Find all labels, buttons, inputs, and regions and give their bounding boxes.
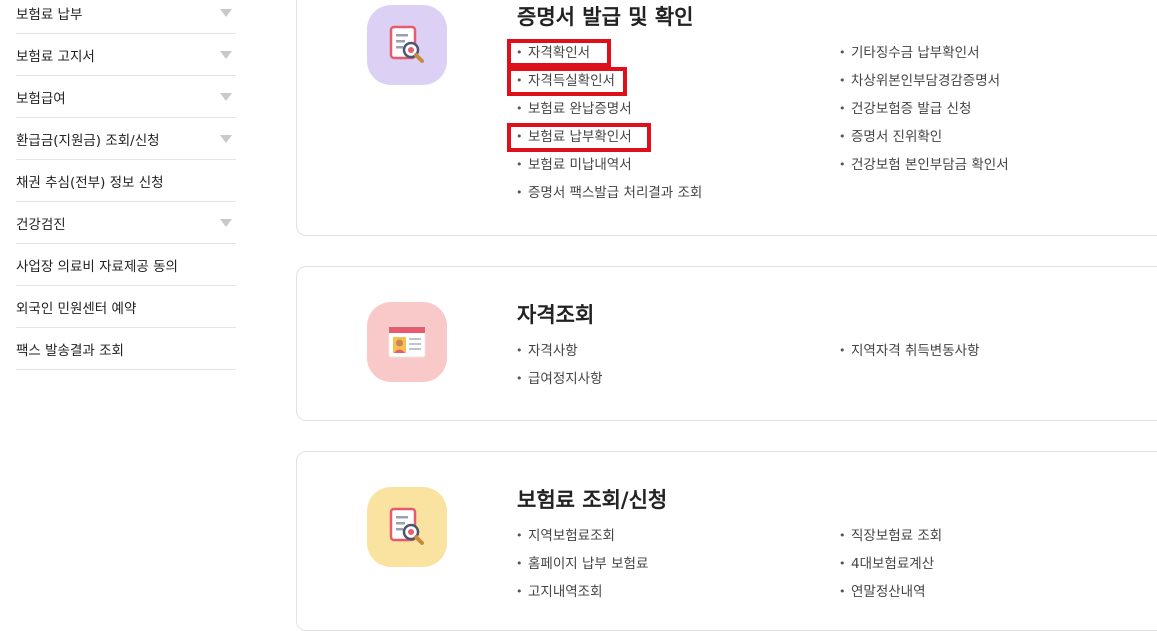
eligibility-card: 자격조회 자격사항 급여정지사항 지역자격 취득변동사항 <box>296 266 1157 421</box>
sidebar-item-label: 외국인 민원센터 예약 <box>16 300 137 317</box>
chevron-down-icon[interactable] <box>220 8 232 17</box>
sidebar-item-debt-collection[interactable]: 채권 추심(전부) 정보 신청 <box>16 160 236 202</box>
sidebar-item-premium-notice[interactable]: 보험료 고지서 <box>16 34 236 76</box>
left-link-column: 자격확인서 자격득실확인서 보험료 완납증명서 보험료 납부확인서 보험료 미납… <box>516 39 702 207</box>
link-other-collection-payment[interactable]: 기타징수금 납부확인서 <box>839 39 1009 67</box>
sidebar-item-label: 보험료 고지서 <box>16 48 95 65</box>
id-card-icon <box>388 326 426 358</box>
link-regional-eligibility-changes[interactable]: 지역자격 취득변동사항 <box>839 337 980 365</box>
chevron-down-icon[interactable] <box>220 50 232 59</box>
right-link-column: 지역자격 취득변동사항 <box>839 337 980 365</box>
sidebar-item-label: 보험급여 <box>16 90 66 107</box>
link-eligibility-gain-loss[interactable]: 자격득실확인서 <box>516 67 702 95</box>
link-payment-confirmation[interactable]: 보험료 납부확인서 <box>516 123 702 151</box>
document-search-icon <box>389 507 424 545</box>
sidebar-item-label: 건강검진 <box>16 216 66 233</box>
left-link-column: 지역보험료조회 홈페이지 납부 보험료 고지내역조회 <box>516 522 648 606</box>
certificate-card: 증명서 발급 및 확인 자격확인서 자격득실확인서 보험료 완납증명서 보험료 … <box>296 0 1157 236</box>
sidebar-item-premium-payment[interactable]: 보험료 납부 <box>16 0 236 34</box>
sidebar-item-fax-result[interactable]: 팩스 발송결과 조회 <box>16 328 236 370</box>
sidebar-item-label: 보험료 납부 <box>16 6 83 23</box>
sidebar-item-label: 채권 추심(전부) 정보 신청 <box>16 174 164 191</box>
link-full-payment-certificate[interactable]: 보험료 완납증명서 <box>516 95 702 123</box>
sidebar-item-medical-consent[interactable]: 사업장 의료비 자료제공 동의 <box>16 244 236 286</box>
link-certificate-verification[interactable]: 증명서 진위확인 <box>839 123 1009 151</box>
chevron-down-icon[interactable] <box>220 134 232 143</box>
link-eligibility-confirmation[interactable]: 자격확인서 <box>516 39 702 67</box>
link-year-end-settlement[interactable]: 연말정산내역 <box>839 578 942 606</box>
eligibility-icon-box <box>367 302 447 382</box>
document-search-icon <box>389 25 424 63</box>
sidebar-item-health-checkup[interactable]: 건강검진 <box>16 202 236 244</box>
link-regional-premium[interactable]: 지역보험료조회 <box>516 522 648 550</box>
link-fax-issue-result[interactable]: 증명서 팩스발급 처리결과 조회 <box>516 179 702 207</box>
link-eligibility-items[interactable]: 자격사항 <box>516 337 603 365</box>
chevron-down-icon[interactable] <box>220 92 232 101</box>
sidebar-item-refund[interactable]: 환급금(지원금) 조회/신청 <box>16 118 236 160</box>
sidebar-item-label: 팩스 발송결과 조회 <box>16 342 124 359</box>
card-title: 자격조회 <box>517 303 595 327</box>
link-homepage-payment[interactable]: 홈페이지 납부 보험료 <box>516 550 648 578</box>
sidebar-item-label: 환급금(지원금) 조회/신청 <box>16 132 160 149</box>
chevron-down-icon[interactable] <box>220 218 232 227</box>
right-link-column: 기타징수금 납부확인서 차상위본인부담경감증명서 건강보험증 발급 신청 증명서… <box>839 39 1009 179</box>
link-benefit-suspension[interactable]: 급여정지사항 <box>516 365 603 393</box>
right-link-column: 직장보험료 조회 4대보험료계산 연말정산내역 <box>839 522 942 606</box>
sidebar-item-insurance-benefits[interactable]: 보험급여 <box>16 76 236 118</box>
sidebar-item-foreigner-center[interactable]: 외국인 민원센터 예약 <box>16 286 236 328</box>
sidebar-menu: 보험료 납부 보험료 고지서 보험급여 환급금(지원금) 조회/신청 채권 추심… <box>16 0 236 370</box>
link-copayment-confirmation[interactable]: 건강보험 본인부담금 확인서 <box>839 151 1009 179</box>
card-title: 보험료 조회/신청 <box>517 488 668 512</box>
link-near-poverty-certificate[interactable]: 차상위본인부담경감증명서 <box>839 67 1009 95</box>
premium-icon-box <box>367 487 447 567</box>
link-health-card-request[interactable]: 건강보험증 발급 신청 <box>839 95 1009 123</box>
link-workplace-premium[interactable]: 직장보험료 조회 <box>839 522 942 550</box>
link-four-insurance-calculator[interactable]: 4대보험료계산 <box>839 550 942 578</box>
premium-card: 보험료 조회/신청 지역보험료조회 홈페이지 납부 보험료 고지내역조회 직장보… <box>296 451 1157 631</box>
certificate-icon-box <box>367 5 447 85</box>
left-link-column: 자격사항 급여정지사항 <box>516 337 603 393</box>
card-title: 증명서 발급 및 확인 <box>517 5 694 29</box>
sidebar-item-label: 사업장 의료비 자료제공 동의 <box>16 258 178 275</box>
link-unpaid-details[interactable]: 보험료 미납내역서 <box>516 151 702 179</box>
link-notice-history[interactable]: 고지내역조회 <box>516 578 648 606</box>
